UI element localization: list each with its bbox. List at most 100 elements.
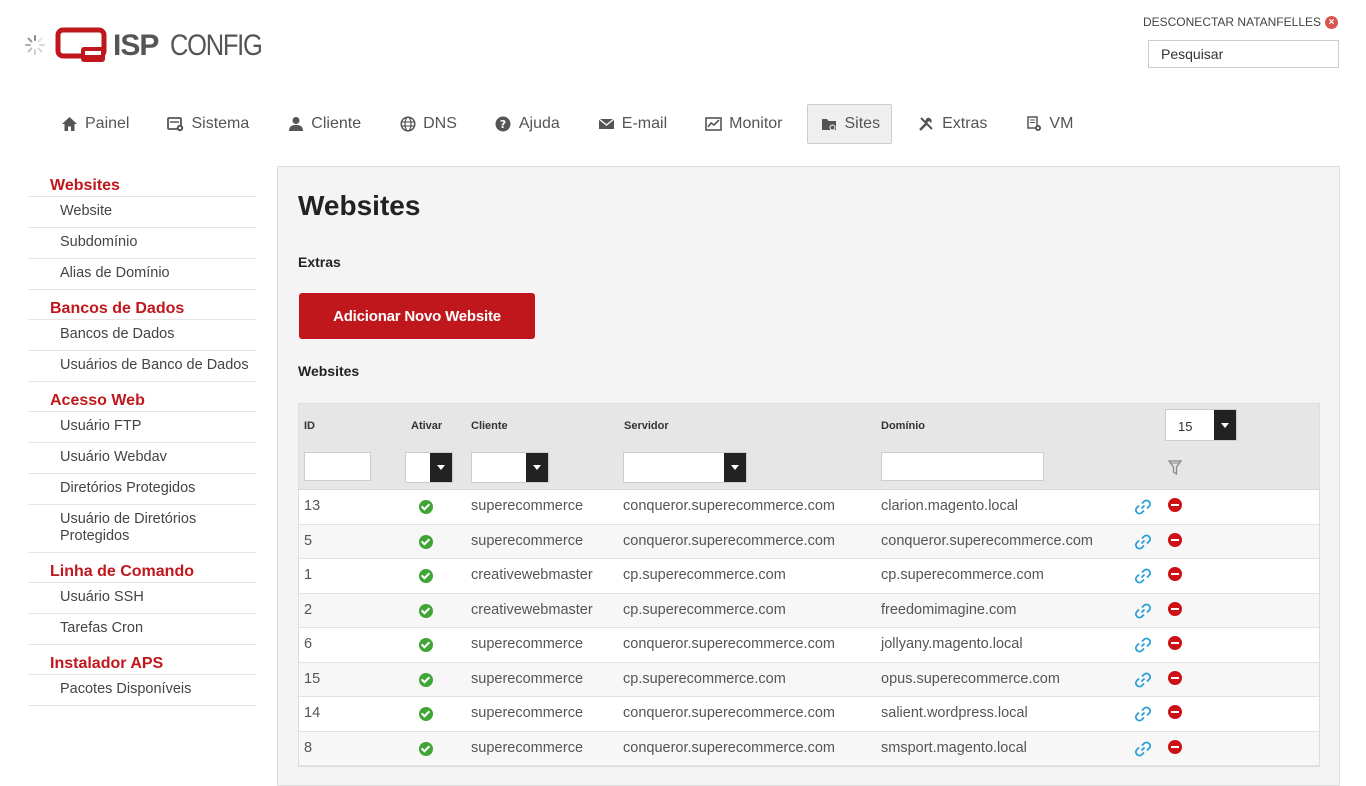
cell-server: cp.superecommerce.com: [623, 670, 786, 687]
delete-icon[interactable]: [1168, 705, 1182, 719]
nav-item-extras[interactable]: Extras: [904, 104, 999, 144]
delete-icon[interactable]: [1168, 567, 1182, 581]
filter-client-select[interactable]: [471, 452, 549, 483]
help-icon: ?: [495, 116, 512, 133]
sidebar-item[interactable]: Usuário Webdav: [28, 443, 256, 474]
sidebar-section-heading[interactable]: Bancos de Dados: [28, 290, 256, 320]
table-body: 13 superecommerce conqueror.superecommerce…: [299, 490, 1319, 766]
filter-active-select[interactable]: [405, 452, 453, 483]
nav-item-label: Sistema: [191, 115, 250, 132]
delete-icon[interactable]: [1168, 601, 1182, 616]
sidebar-item[interactable]: Tarefas Cron: [28, 614, 256, 645]
sidebar-item[interactable]: Usuário de Diretórios Protegidos: [28, 505, 256, 553]
delete-icon[interactable]: [1168, 532, 1182, 547]
nav-item-sites[interactable]: Sites: [806, 104, 893, 144]
sidebar-item[interactable]: Pacotes Disponíveis: [28, 675, 256, 706]
filter-domain-input[interactable]: [881, 452, 1044, 481]
user-icon: [287, 116, 304, 133]
nav-item-vm[interactable]: VM: [1011, 104, 1085, 144]
table-row[interactable]: 6 superecommerce conqueror.superecommerce.…: [299, 628, 1319, 663]
column-header-domain: Domínio: [881, 420, 925, 432]
table-row[interactable]: 14 superecommerce conqueror.superecommerce…: [299, 697, 1319, 732]
cell-domain: conqueror.superecommerce.com: [881, 532, 1093, 549]
sidebar-section-heading[interactable]: Instalador APS: [28, 645, 256, 675]
nav-item-label: E-mail: [621, 115, 668, 132]
chevron-down-icon: [724, 453, 746, 482]
add-new-website-button[interactable]: Adicionar Novo Website: [299, 293, 535, 339]
sidebar-item[interactable]: Subdomínio: [28, 228, 256, 259]
link-icon[interactable]: [1135, 568, 1151, 584]
table-row[interactable]: 13 superecommerce conqueror.superecommerce…: [299, 490, 1319, 525]
logout-label: DESCONECTAR NATANFELLES: [1142, 15, 1321, 29]
logo-mark-icon: [55, 27, 107, 62]
check-icon: [419, 741, 433, 756]
column-header-server: Servidor: [624, 420, 669, 432]
sidebar-item[interactable]: Usuários de Banco de Dados: [28, 351, 256, 382]
nav-item-ajuda[interactable]: ? Ajuda: [481, 104, 572, 144]
table-row[interactable]: 15 superecommerce cp.superecommerce.com opu…: [299, 662, 1319, 697]
nav-item-monitor[interactable]: Monitor: [691, 104, 794, 144]
nav-item-label: Painel: [85, 115, 130, 132]
column-header-active: Ativar: [411, 420, 443, 432]
link-icon[interactable]: [1135, 706, 1151, 722]
cell-server: conqueror.superecommerce.com: [623, 636, 835, 652]
sidebar-item[interactable]: Alias de Domínio: [28, 259, 256, 290]
cell-id: 2: [304, 601, 313, 618]
link-icon[interactable]: [1135, 740, 1151, 757]
monitor-icon: [705, 116, 722, 133]
table-row[interactable]: 1 creativewebmaster cp.superecommerce.com c…: [299, 559, 1319, 594]
cell-client: creativewebmaster: [471, 601, 593, 618]
table-row[interactable]: 8 superecommerce conqueror.superecommerce.…: [299, 731, 1319, 766]
check-icon: [419, 534, 433, 549]
nav-item-sistema[interactable]: Sistema: [153, 104, 261, 144]
table-row[interactable]: 5 superecommerce conqueror.superecommerce.…: [299, 524, 1319, 559]
sidebar-section-heading[interactable]: Websites: [28, 167, 256, 197]
sidebar-section-heading[interactable]: Acesso Web: [28, 382, 256, 412]
table-header: ID Ativar Cliente Servidor Domínio 15: [299, 404, 1319, 490]
nav-item-cliente[interactable]: Cliente: [273, 104, 373, 144]
delete-icon[interactable]: [1168, 498, 1182, 512]
link-icon[interactable]: [1135, 602, 1151, 619]
cell-client: superecommerce: [471, 739, 584, 756]
nav-item-label: Sites: [844, 115, 881, 132]
nav-item-e-mail[interactable]: E-mail: [584, 104, 679, 144]
nav-item-label: Extras: [942, 115, 988, 132]
check-icon: [419, 603, 433, 618]
sidebar-item[interactable]: Website: [28, 197, 256, 228]
link-icon[interactable]: [1135, 637, 1151, 653]
filter-id-input[interactable]: [304, 452, 371, 481]
sidebar-item[interactable]: Usuário SSH: [28, 583, 256, 614]
logout-link[interactable]: DESCONECTAR NATANFELLES ×: [1143, 15, 1338, 29]
sidebar-section-heading[interactable]: Linha de Comando: [28, 553, 256, 583]
cell-domain: freedomimagine.com: [881, 601, 1017, 618]
sidebar-item[interactable]: Bancos de Dados: [28, 320, 256, 351]
cell-id: 6: [304, 636, 313, 652]
link-icon[interactable]: [1135, 671, 1151, 688]
link-icon[interactable]: [1135, 533, 1151, 550]
table-row[interactable]: 2 creativewebmaster cp.superecommerce.com f…: [299, 593, 1319, 628]
link-icon[interactable]: [1135, 499, 1151, 515]
sidebar-item[interactable]: Diretórios Protegidos: [28, 474, 256, 505]
nav-item-dns[interactable]: DNS: [385, 104, 469, 144]
nav-item-painel[interactable]: Painel: [47, 104, 141, 144]
cell-server: conqueror.superecommerce.com: [623, 498, 835, 514]
per-page-value: 15: [1178, 419, 1193, 434]
delete-icon[interactable]: [1168, 636, 1182, 650]
filter-server-select[interactable]: [623, 452, 747, 483]
search-input[interactable]: [1148, 40, 1339, 68]
ispconfig-logo[interactable]: ISP CONFIG: [55, 27, 263, 67]
cell-domain: cp.superecommerce.com: [881, 567, 1044, 583]
cell-server: cp.superecommerce.com: [623, 601, 786, 618]
sidebar-item[interactable]: Usuário FTP: [28, 412, 256, 443]
delete-icon[interactable]: [1168, 670, 1182, 685]
websites-table: ID Ativar Cliente Servidor Domínio 15 13…: [298, 403, 1320, 767]
globe-icon: [399, 116, 416, 133]
cell-id: 8: [304, 739, 313, 756]
cell-client: superecommerce: [471, 636, 584, 652]
envelope-icon: [598, 116, 615, 133]
delete-icon[interactable]: [1168, 739, 1182, 754]
cell-domain: smsport.magento.local: [881, 739, 1027, 756]
per-page-select[interactable]: 15: [1165, 409, 1237, 441]
filter-icon[interactable]: [1168, 460, 1182, 476]
cell-client: superecommerce: [471, 670, 584, 687]
